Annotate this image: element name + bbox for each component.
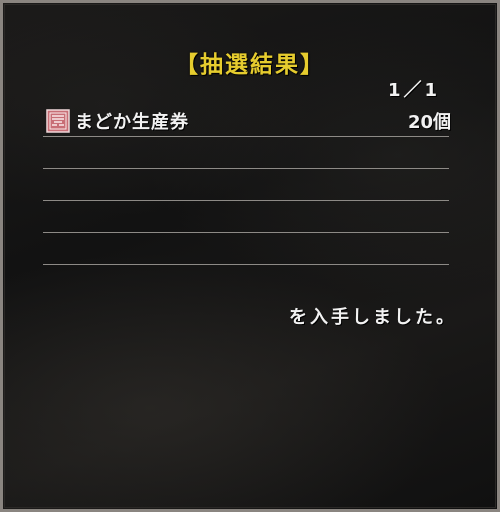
dialog-title: 【抽選結果】 bbox=[175, 52, 325, 78]
result-row[interactable]: まどか生産券 20個 bbox=[43, 105, 451, 137]
result-message: を入手しました。 bbox=[289, 307, 457, 328]
lottery-result-window: 【抽選結果】 1／1 まどか生産券 20個 を入手しました。 bbox=[0, 0, 500, 512]
item-name: まどか生産券 bbox=[75, 112, 189, 133]
page-indicator: 1／1 bbox=[387, 80, 440, 101]
result-row bbox=[43, 169, 449, 201]
result-row bbox=[43, 233, 449, 265]
result-row bbox=[43, 137, 449, 169]
item-quantity: 20個 bbox=[407, 112, 451, 133]
result-list: まどか生産券 20個 bbox=[43, 105, 451, 265]
result-row bbox=[43, 201, 449, 233]
ticket-icon bbox=[45, 108, 71, 134]
